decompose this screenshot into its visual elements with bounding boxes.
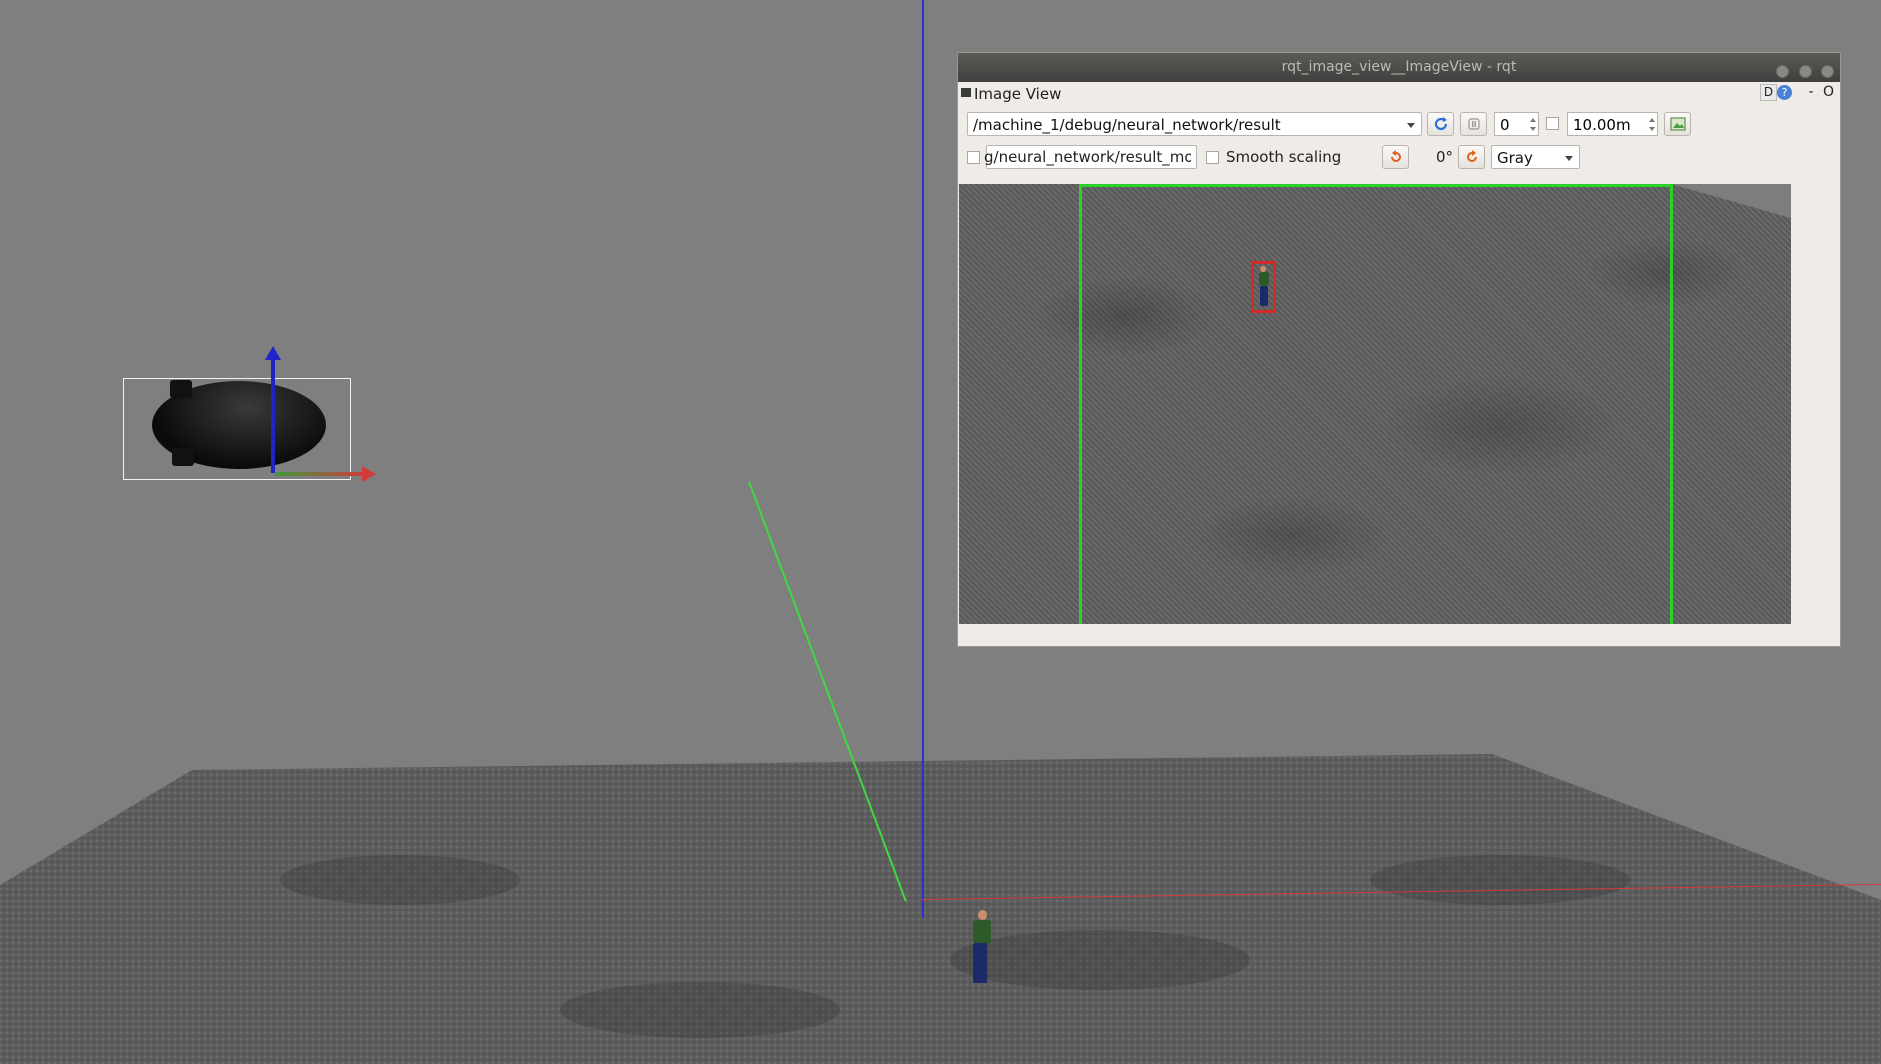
dock-minimize-button[interactable]: - (1808, 84, 1813, 100)
spin-down-icon[interactable] (1649, 127, 1655, 131)
refresh-topics-button[interactable] (1427, 112, 1454, 136)
dock-widget-icon (961, 88, 971, 97)
color-scheme-value: Gray (1497, 149, 1533, 167)
person-head (978, 910, 987, 920)
z-arrow (271, 355, 275, 473)
topic-select-value: /machine_1/debug/neural_network/result (973, 116, 1281, 134)
pause-icon (1467, 118, 1480, 130)
rotate-left-button[interactable] (1382, 145, 1409, 169)
person-legs (1260, 286, 1268, 306)
dock-float-button[interactable]: O (1823, 84, 1834, 100)
close-icon[interactable] (1821, 65, 1834, 78)
rqt-image-view-window[interactable]: rqt_image_view__ImageView - rqt Image Vi… (957, 52, 1841, 647)
rotate-cw-icon (1466, 150, 1477, 162)
max-depth-checkbox[interactable] (1546, 117, 1559, 130)
spin-up-icon[interactable] (1530, 118, 1536, 122)
minimize-icon[interactable] (1776, 65, 1790, 78)
x-arrow-head-icon (362, 466, 376, 482)
person-torso (973, 920, 991, 944)
dock-header-buttons: D? - O (1755, 84, 1834, 101)
rotate-ccw-icon (1390, 150, 1401, 162)
rotate-right-button[interactable] (1458, 145, 1485, 169)
rotation-value: 0° (1436, 148, 1454, 166)
maximize-icon[interactable] (1798, 65, 1812, 78)
smooth-scaling-label: Smooth scaling (1226, 148, 1342, 166)
pause-button[interactable] (1460, 112, 1487, 136)
image-display[interactable] (959, 184, 1791, 624)
chevron-down-icon (1565, 156, 1573, 161)
x-arrow (275, 472, 365, 476)
color-scheme-select[interactable]: Gray (1491, 145, 1580, 169)
person-model[interactable] (968, 910, 998, 985)
mouse-topic-value: g/neural_network/result_mouse_left (984, 148, 1191, 166)
z-axis-line (922, 0, 924, 918)
z-arrow-head-icon (265, 346, 281, 360)
blimp-fin-bottom (172, 448, 194, 466)
dock-d-button[interactable]: D (1760, 84, 1777, 101)
image-sky-corner (1671, 184, 1791, 218)
window-title: rqt_image_view__ImageView - rqt (1281, 59, 1517, 75)
blimp-fin-top (170, 380, 192, 398)
save-image-button[interactable] (1664, 112, 1691, 136)
max-range-value: 10.00m (1573, 116, 1631, 134)
detection-bounding-box (1079, 184, 1673, 624)
topic-select[interactable]: /machine_1/debug/neural_network/result (967, 112, 1422, 136)
dynamic-range-spinbox[interactable]: 0 (1494, 112, 1539, 136)
max-range-spinbox[interactable]: 10.00m (1567, 112, 1658, 136)
person-torso (1259, 272, 1269, 286)
refresh-icon (1434, 117, 1447, 131)
dock-header: Image View D? - O (958, 82, 1840, 106)
person-legs (973, 943, 987, 983)
chevron-down-icon (1407, 123, 1415, 128)
window-titlebar[interactable]: rqt_image_view__ImageView - rqt (958, 53, 1840, 82)
detected-person (1257, 266, 1271, 308)
spin-down-icon[interactable] (1530, 127, 1536, 131)
publish-mouse-checkbox[interactable] (967, 151, 980, 164)
save-image-icon (1670, 117, 1685, 131)
spinbox-value: 0 (1500, 116, 1510, 134)
smooth-scaling-checkbox[interactable] (1206, 151, 1219, 164)
dock-title: Image View (974, 85, 1062, 103)
help-icon[interactable]: ? (1777, 85, 1792, 100)
spin-up-icon[interactable] (1649, 118, 1655, 122)
